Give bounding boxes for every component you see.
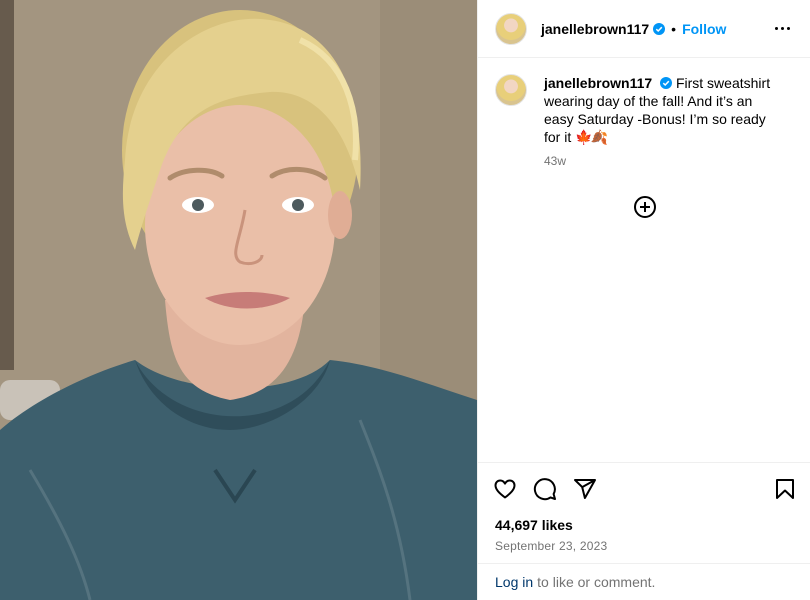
caption-emoji: 🍁🍂 <box>575 129 608 145</box>
post-details-panel: janellebrown117 • Follow janellebrown117… <box>477 0 810 600</box>
action-bar <box>478 463 810 515</box>
username[interactable]: janellebrown117 <box>541 21 649 37</box>
comments-section: janellebrown117 First sweatshirt wearing… <box>478 58 810 462</box>
caption: janellebrown117 First sweatshirt wearing… <box>478 58 810 168</box>
send-icon[interactable] <box>573 477 597 501</box>
plus-circle-icon[interactable] <box>633 195 657 219</box>
caption-username[interactable]: janellebrown117 <box>544 75 652 91</box>
selfie-illustration <box>0 0 477 600</box>
comment-icon[interactable] <box>533 477 557 501</box>
avatar[interactable] <box>495 12 527 45</box>
actions-area: 44,697 likes September 23, 2023 <box>478 462 810 553</box>
caption-text-block: janellebrown117 First sweatshirt wearing… <box>544 74 784 146</box>
follow-button[interactable]: Follow <box>682 21 726 37</box>
verified-badge-icon <box>653 22 666 35</box>
post-header: janellebrown117 • Follow <box>478 0 810 58</box>
more-options-icon[interactable] <box>770 17 794 41</box>
post-photo[interactable] <box>0 0 477 600</box>
bookmark-icon[interactable] <box>773 477 797 501</box>
login-prompt: Log in to like or comment. <box>478 563 810 600</box>
heart-icon[interactable] <box>493 477 517 501</box>
likes-count[interactable]: 44,697 likes <box>478 517 810 533</box>
login-prompt-text: to like or comment. <box>537 574 656 590</box>
verified-badge-icon <box>660 77 673 89</box>
post-date[interactable]: September 23, 2023 <box>478 539 810 553</box>
separator-dot: • <box>671 20 677 37</box>
post-time-ago[interactable]: 43w <box>544 154 784 168</box>
login-link[interactable]: Log in <box>495 574 533 590</box>
caption-avatar[interactable] <box>495 74 527 106</box>
